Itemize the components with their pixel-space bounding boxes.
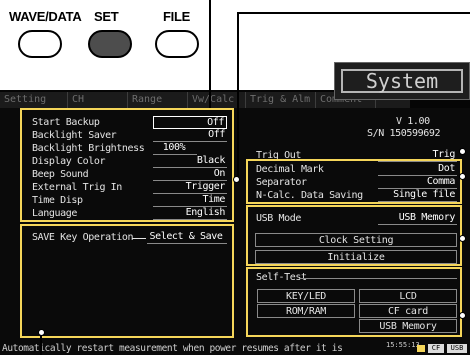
file-key[interactable] — [155, 30, 199, 58]
tab-setting[interactable]: Setting — [0, 92, 68, 108]
wave-data-key-label: WAVE/DATA — [9, 9, 82, 24]
callout-dot-save-key — [38, 329, 45, 336]
wave-data-key[interactable] — [18, 30, 62, 58]
callout-dot-trig-out — [459, 148, 466, 155]
callout-usb-clock — [246, 205, 462, 266]
callout-dot-self-test — [459, 312, 466, 319]
status-message: Automatically restart measurement when p… — [2, 343, 343, 354]
callout-data-format — [246, 159, 462, 204]
callout-left-settings — [20, 108, 234, 222]
clock-readout: 15:55:13 — [386, 341, 420, 349]
callout-dot-usb-clock — [459, 235, 466, 242]
leader-top-vertical — [237, 12, 239, 178]
leader-top-horizontal — [237, 12, 470, 14]
set-key[interactable] — [88, 30, 132, 58]
file-key-label: FILE — [163, 9, 190, 24]
tab-trig-alm[interactable]: Trig & Alm — [246, 92, 316, 108]
serial-number: S/N 150599692 — [367, 128, 441, 139]
tab-ch[interactable]: CH — [68, 92, 128, 108]
set-key-label: SET — [94, 9, 119, 24]
status-bar: Automatically restart measurement when p… — [0, 342, 470, 355]
callout-dot-data-format — [459, 173, 466, 180]
callout-self-test — [246, 267, 462, 337]
callout-save-key — [20, 224, 234, 338]
screen-title: System — [341, 69, 463, 93]
usb-badge: USB — [447, 344, 467, 353]
callout-dot-external-trig — [233, 176, 240, 183]
cf-badge: CF — [428, 344, 444, 353]
tab-range[interactable]: Range — [128, 92, 188, 108]
firmware-version: V 1.00 — [396, 116, 430, 127]
leader-set-to-screen — [209, 0, 211, 108]
screen-title-box: System — [334, 62, 470, 100]
clock-icon — [417, 345, 425, 352]
